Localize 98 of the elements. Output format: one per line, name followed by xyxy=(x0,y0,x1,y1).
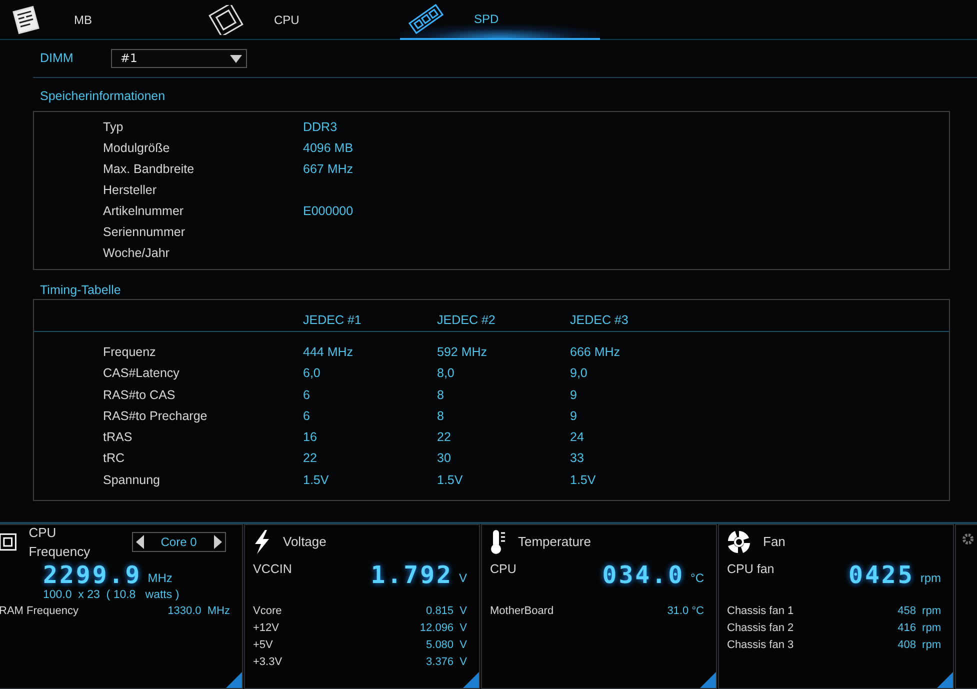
table-cell-text: 666 MHz xyxy=(570,344,622,361)
section-title: Timing-Tabelle xyxy=(40,282,122,299)
info-label: Max. Bandbreite xyxy=(103,161,196,178)
table-cell-text: 8 xyxy=(437,408,445,425)
info-label: Hersteller xyxy=(103,182,158,199)
sensor-value: 0.815 V xyxy=(426,604,467,619)
sensor-label: +3.3V xyxy=(253,655,282,670)
corner-triangle-icon xyxy=(226,672,242,688)
panel-title: Fan xyxy=(763,533,786,552)
dropdown-caret-icon xyxy=(230,54,242,62)
table-cell-text: 1.5V xyxy=(303,472,330,489)
sensor-label: RAM Frequency xyxy=(0,604,78,619)
sensor-value: 12.096 V xyxy=(420,621,467,636)
sensor-value: 416 rpm xyxy=(898,621,941,636)
table-cell-text: 6,0 xyxy=(303,365,322,382)
table-cell-text: 9 xyxy=(570,408,578,425)
processor-icon xyxy=(0,533,17,551)
table-cell-text: 33 xyxy=(570,450,585,468)
info-value: 667 MHz xyxy=(303,161,354,178)
info-label: Artikelnummer xyxy=(103,203,185,220)
reading-value: 1.792 xyxy=(370,563,453,587)
sensor-label: Vcore xyxy=(253,604,282,619)
sensor-value: 31.0 °C xyxy=(667,604,704,619)
sensor-label: +5V xyxy=(253,638,273,653)
section-title: Speicherinformationen xyxy=(40,88,166,105)
thermometer-icon xyxy=(490,529,506,555)
row-label: Spannung xyxy=(103,472,162,489)
table-cell-text: 9,0 xyxy=(570,365,588,382)
sensor-label: Chassis fan 3 xyxy=(727,638,794,653)
reading-label: CPU fan xyxy=(727,561,774,578)
dimm-label: DIMM xyxy=(40,50,74,68)
column-header: JEDEC #1 xyxy=(303,312,362,329)
info-label: Seriennummer xyxy=(103,224,186,241)
table-cell-text: 1.5V xyxy=(437,472,464,489)
row-label: RAS#to CAS xyxy=(103,386,176,404)
sensor-value: 1330.0 MHz xyxy=(168,604,230,619)
reading-unit: V xyxy=(458,570,467,587)
sensor-value: 458 rpm xyxy=(898,604,941,619)
table-cell-text: 24 xyxy=(570,429,585,446)
column-header: JEDEC #2 xyxy=(437,312,496,329)
panel-title: Voltage xyxy=(283,533,326,552)
corner-triangle-icon xyxy=(700,672,716,688)
table-cell-text: 30 xyxy=(437,450,452,468)
reading-unit: °C xyxy=(690,570,704,587)
reading-unit: MHz xyxy=(148,570,172,587)
info-label: Woche/Jahr xyxy=(103,245,170,262)
table-cell-text: 9 xyxy=(570,386,578,404)
table-cell-text: 16 xyxy=(303,429,318,446)
panel-title: Temperature xyxy=(518,533,591,552)
tab[interactable]: CPU xyxy=(200,0,400,40)
corner-triangle-icon xyxy=(463,672,479,688)
reading-unit: rpm xyxy=(920,570,941,587)
right-arrow-icon xyxy=(214,535,222,549)
table-cell-text: 1.5V xyxy=(570,472,597,489)
left-arrow-icon xyxy=(136,535,144,549)
table-cell-text: 444 MHz xyxy=(303,344,354,361)
sensor-value: 5.080 V xyxy=(426,638,467,653)
table-cell-text: 6 xyxy=(303,386,311,404)
column-header: JEDEC #3 xyxy=(570,312,630,329)
reading-value: 0425 xyxy=(848,563,914,587)
sensor-value: 408 rpm xyxy=(898,638,941,653)
reading-label: VCCIN xyxy=(253,561,292,578)
table-cell-text: 592 MHz xyxy=(437,344,488,361)
settings-icon xyxy=(962,533,974,545)
info-value: E000000 xyxy=(303,203,354,220)
info-value: 4096 MB xyxy=(303,140,354,157)
reading-value: 2299.9 xyxy=(43,563,142,587)
table-cell-text: 22 xyxy=(303,450,318,468)
frequency-detail: 100.0 x 23 ( 10.8 watts ) xyxy=(42,588,180,603)
info-label: Modulgröße xyxy=(103,140,171,157)
table-cell-text: 6 xyxy=(303,408,311,425)
info-value: DDR3 xyxy=(303,119,338,136)
core-value: Core 0 xyxy=(160,534,197,551)
table-cell-text: 22 xyxy=(437,429,452,446)
core-selector[interactable]: Core 0 xyxy=(132,532,226,552)
reading-label: CPU xyxy=(490,561,516,578)
fan-icon xyxy=(727,530,751,554)
panel-title: CPU Frequency xyxy=(28,524,92,561)
sensor-label: Chassis fan 2 xyxy=(727,621,794,636)
sensor-label: Chassis fan 1 xyxy=(727,604,794,619)
dimm-dropdown[interactable]: #1 xyxy=(111,49,248,68)
info-label: Typ xyxy=(103,119,124,136)
table-cell-text: 8,0 xyxy=(437,365,456,382)
tab[interactable]: MB xyxy=(0,0,200,40)
row-label: Frequenz xyxy=(103,344,157,361)
row-label: tRC xyxy=(103,450,126,468)
memory-module-icon xyxy=(408,4,444,34)
lightning-icon xyxy=(253,530,271,554)
sensor-label: +12V xyxy=(253,621,279,636)
processor-chip-icon xyxy=(208,5,244,35)
row-label: CAS#Latency xyxy=(103,365,180,382)
reading-value: 034.0 xyxy=(602,563,685,587)
sensor-value: 3.376 V xyxy=(426,655,467,670)
corner-triangle-icon xyxy=(937,672,953,688)
row-label: RAS#to Precharge xyxy=(103,408,208,425)
sensor-label: MotherBoard xyxy=(490,604,554,619)
table-cell-text: 8 xyxy=(437,386,445,404)
row-label: tRAS xyxy=(103,429,134,446)
